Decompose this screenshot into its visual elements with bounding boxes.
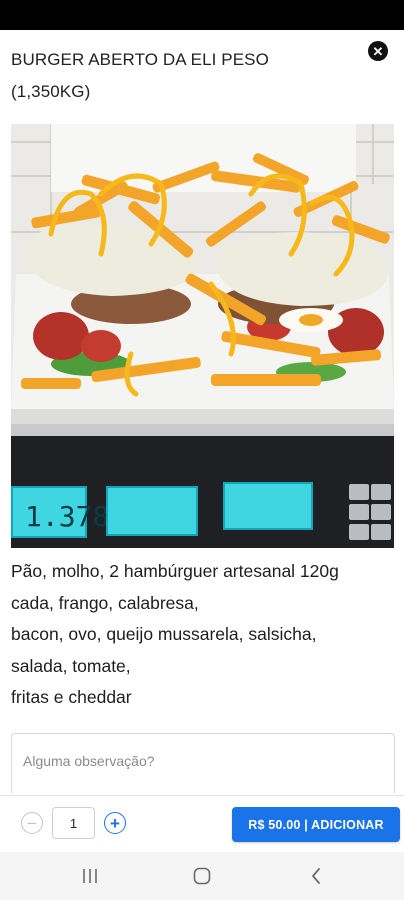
description-line: salada, tomate, xyxy=(11,655,131,676)
product-title: BURGER ABERTO DA ELI PESO (1,350KG) xyxy=(11,50,269,101)
quantity-field[interactable]: 1 xyxy=(52,807,95,839)
increase-quantity-button[interactable]: + xyxy=(104,812,126,834)
back-icon xyxy=(312,868,320,884)
observation-input[interactable] xyxy=(23,750,383,772)
description-line: cada, frango, calabresa, xyxy=(11,592,199,613)
recents-button[interactable] xyxy=(60,852,120,900)
description-line: bacon, ovo, queijo mussarela, salsicha, xyxy=(11,624,317,644)
minus-icon: − xyxy=(27,813,37,833)
decrease-quantity-button[interactable]: − xyxy=(21,812,43,834)
product-photo: 1.378 xyxy=(11,124,394,548)
plus-icon: + xyxy=(110,813,120,833)
quantity-value: 1 xyxy=(69,815,78,831)
home-button[interactable] xyxy=(172,852,232,900)
observation-field[interactable] xyxy=(11,733,395,793)
product-header: BURGER ABERTO DA ELI PESO (1,350KG) ✕ xyxy=(0,30,404,110)
close-button[interactable]: ✕ xyxy=(368,41,388,61)
add-to-cart-button[interactable]: R$ 50.00 | ADICIONAR xyxy=(232,807,400,842)
scale-reading: 1.378 xyxy=(25,500,109,533)
home-icon xyxy=(193,867,211,885)
back-button[interactable] xyxy=(286,852,346,900)
add-button-label: R$ 50.00 | ADICIONAR xyxy=(248,817,384,832)
close-icon: ✕ xyxy=(372,43,384,59)
status-bar xyxy=(0,0,404,30)
description-line: Pão, molho, 2 hambúrguer artesanal 120g xyxy=(11,561,339,581)
recents-icon xyxy=(83,869,97,883)
description-line: fritas e cheddar xyxy=(11,687,132,707)
system-nav-bar xyxy=(0,852,404,900)
order-bar: − 1 + R$ 50.00 | ADICIONAR xyxy=(0,795,404,852)
product-description: Pão, molho, 2 hambúrguer artesanal 120g … xyxy=(11,556,396,714)
